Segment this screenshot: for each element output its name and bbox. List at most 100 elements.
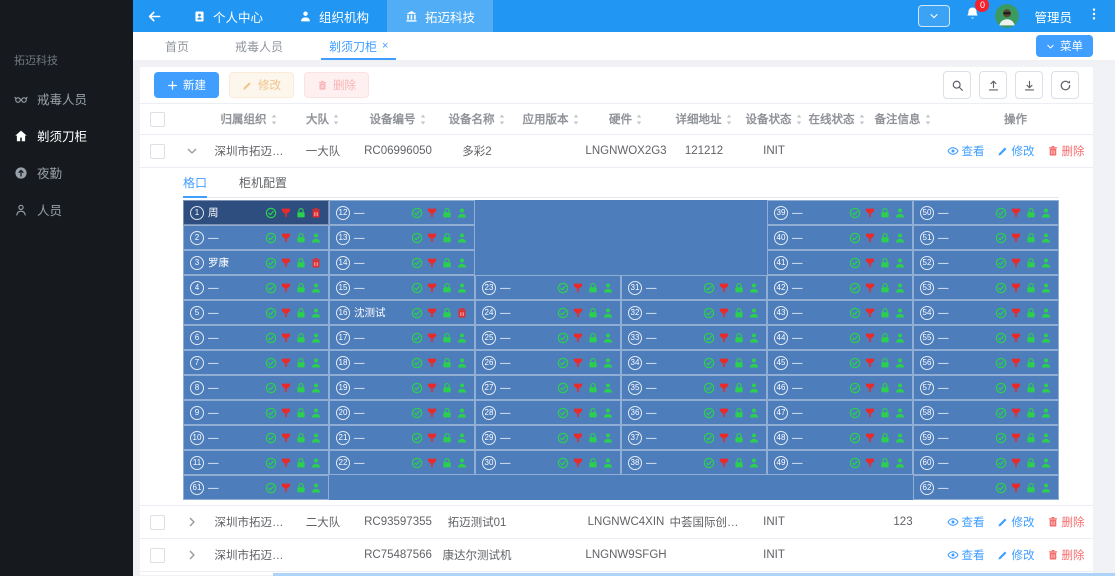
- sort-carets-icon[interactable]: [419, 113, 427, 126]
- locker-slot-56[interactable]: 56—: [913, 350, 1059, 375]
- locker-slot-29[interactable]: 29—: [475, 425, 621, 450]
- person-icon[interactable]: [456, 457, 468, 469]
- locker-slot-44[interactable]: 44—: [767, 325, 913, 350]
- person-icon[interactable]: [894, 257, 906, 269]
- person-icon[interactable]: [602, 332, 614, 344]
- person-icon[interactable]: [310, 232, 322, 244]
- col-header-app_version[interactable]: 应用版本: [516, 104, 586, 134]
- locker-slot-23[interactable]: 23—: [475, 275, 621, 300]
- edit-action[interactable]: 修改: [997, 547, 1035, 563]
- topnav-item-1[interactable]: 组织机构: [281, 0, 387, 32]
- person-icon[interactable]: [894, 282, 906, 294]
- person-icon[interactable]: [1040, 432, 1052, 444]
- locker-slot-27[interactable]: 27—: [475, 375, 621, 400]
- locker-slot-3[interactable]: 3罗康: [183, 250, 329, 275]
- col-header-online_status[interactable]: 在线状态: [806, 104, 868, 134]
- person-icon[interactable]: [1040, 357, 1052, 369]
- locker-slot-13[interactable]: 13—: [329, 225, 475, 250]
- locker-slot-28[interactable]: 28—: [475, 400, 621, 425]
- import-button[interactable]: [1015, 71, 1043, 99]
- sort-carets-icon[interactable]: [270, 113, 278, 126]
- person-icon[interactable]: [456, 257, 468, 269]
- row-checkbox[interactable]: [150, 548, 165, 563]
- notifications-button[interactable]: 0: [965, 6, 980, 26]
- locker-slot-24[interactable]: 24—: [475, 300, 621, 325]
- locker-slot-47[interactable]: 47—: [767, 400, 913, 425]
- person-icon[interactable]: [894, 232, 906, 244]
- person-icon[interactable]: [602, 457, 614, 469]
- person-icon[interactable]: [310, 432, 322, 444]
- sort-carets-icon[interactable]: [498, 113, 506, 126]
- locker-slot-49[interactable]: 49—: [767, 450, 913, 475]
- person-icon[interactable]: [748, 407, 760, 419]
- locker-slot-35[interactable]: 35—: [621, 375, 767, 400]
- locker-slot-6[interactable]: 6—: [183, 325, 329, 350]
- sidebar-item-3[interactable]: 人员: [0, 191, 133, 228]
- select-all-checkbox[interactable]: [140, 104, 174, 134]
- person-icon[interactable]: [456, 332, 468, 344]
- locker-slot-10[interactable]: 10—: [183, 425, 329, 450]
- person-icon[interactable]: [748, 282, 760, 294]
- trash-icon[interactable]: [456, 307, 468, 319]
- person-icon[interactable]: [894, 357, 906, 369]
- person-icon[interactable]: [602, 307, 614, 319]
- person-icon[interactable]: [602, 357, 614, 369]
- back-button[interactable]: [133, 9, 175, 24]
- person-icon[interactable]: [456, 282, 468, 294]
- person-icon[interactable]: [1040, 307, 1052, 319]
- person-icon[interactable]: [1040, 332, 1052, 344]
- locker-slot-1[interactable]: 1周: [183, 200, 329, 225]
- person-icon[interactable]: [748, 332, 760, 344]
- view-action[interactable]: 查看: [947, 143, 985, 159]
- person-icon[interactable]: [1040, 282, 1052, 294]
- locker-slot-37[interactable]: 37—: [621, 425, 767, 450]
- locker-slot-4[interactable]: 4—: [183, 275, 329, 300]
- person-icon[interactable]: [894, 207, 906, 219]
- sort-carets-icon[interactable]: [725, 113, 733, 126]
- person-icon[interactable]: [748, 432, 760, 444]
- locker-slot-25[interactable]: 25—: [475, 325, 621, 350]
- person-icon[interactable]: [456, 432, 468, 444]
- locker-slot-51[interactable]: 51—: [913, 225, 1059, 250]
- avatar[interactable]: [995, 4, 1019, 28]
- locker-slot-53[interactable]: 53—: [913, 275, 1059, 300]
- locker-slot-21[interactable]: 21—: [329, 425, 475, 450]
- trash-icon[interactable]: [310, 207, 322, 219]
- locker-slot-31[interactable]: 31—: [621, 275, 767, 300]
- sort-carets-icon[interactable]: [635, 113, 643, 126]
- locker-slot-42[interactable]: 42—: [767, 275, 913, 300]
- sort-carets-icon[interactable]: [572, 113, 580, 126]
- person-icon[interactable]: [894, 332, 906, 344]
- delete-action[interactable]: 删除: [1047, 143, 1085, 159]
- person-icon[interactable]: [1040, 207, 1052, 219]
- chevron-right-icon[interactable]: [186, 516, 198, 528]
- sort-carets-icon[interactable]: [332, 113, 340, 126]
- person-icon[interactable]: [1040, 257, 1052, 269]
- locker-slot-2[interactable]: 2—: [183, 225, 329, 250]
- locker-slot-30[interactable]: 30—: [475, 450, 621, 475]
- col-header-hardware[interactable]: 硬件: [586, 104, 666, 134]
- row-checkbox[interactable]: [150, 144, 165, 159]
- locker-slot-54[interactable]: 54—: [913, 300, 1059, 325]
- person-icon[interactable]: [1040, 482, 1052, 494]
- page-tab-0[interactable]: 首页: [165, 32, 189, 60]
- person-icon[interactable]: [894, 382, 906, 394]
- person-icon[interactable]: [310, 357, 322, 369]
- locker-slot-61[interactable]: 61—: [183, 475, 329, 500]
- locker-slot-7[interactable]: 7—: [183, 350, 329, 375]
- locker-slot-57[interactable]: 57—: [913, 375, 1059, 400]
- locker-slot-60[interactable]: 60—: [913, 450, 1059, 475]
- sort-carets-icon[interactable]: [924, 113, 932, 126]
- locker-slot-41[interactable]: 41—: [767, 250, 913, 275]
- person-icon[interactable]: [602, 407, 614, 419]
- locker-slot-34[interactable]: 34—: [621, 350, 767, 375]
- locker-slot-12[interactable]: 12—: [329, 200, 475, 225]
- person-icon[interactable]: [602, 382, 614, 394]
- row-checkbox[interactable]: [150, 515, 165, 530]
- new-button[interactable]: 新建: [154, 72, 219, 98]
- delete-button[interactable]: 删除: [304, 72, 369, 98]
- delete-action[interactable]: 删除: [1047, 514, 1085, 530]
- locker-slot-50[interactable]: 50—: [913, 200, 1059, 225]
- col-header-device_name[interactable]: 设备名称: [438, 104, 516, 134]
- person-icon[interactable]: [310, 482, 322, 494]
